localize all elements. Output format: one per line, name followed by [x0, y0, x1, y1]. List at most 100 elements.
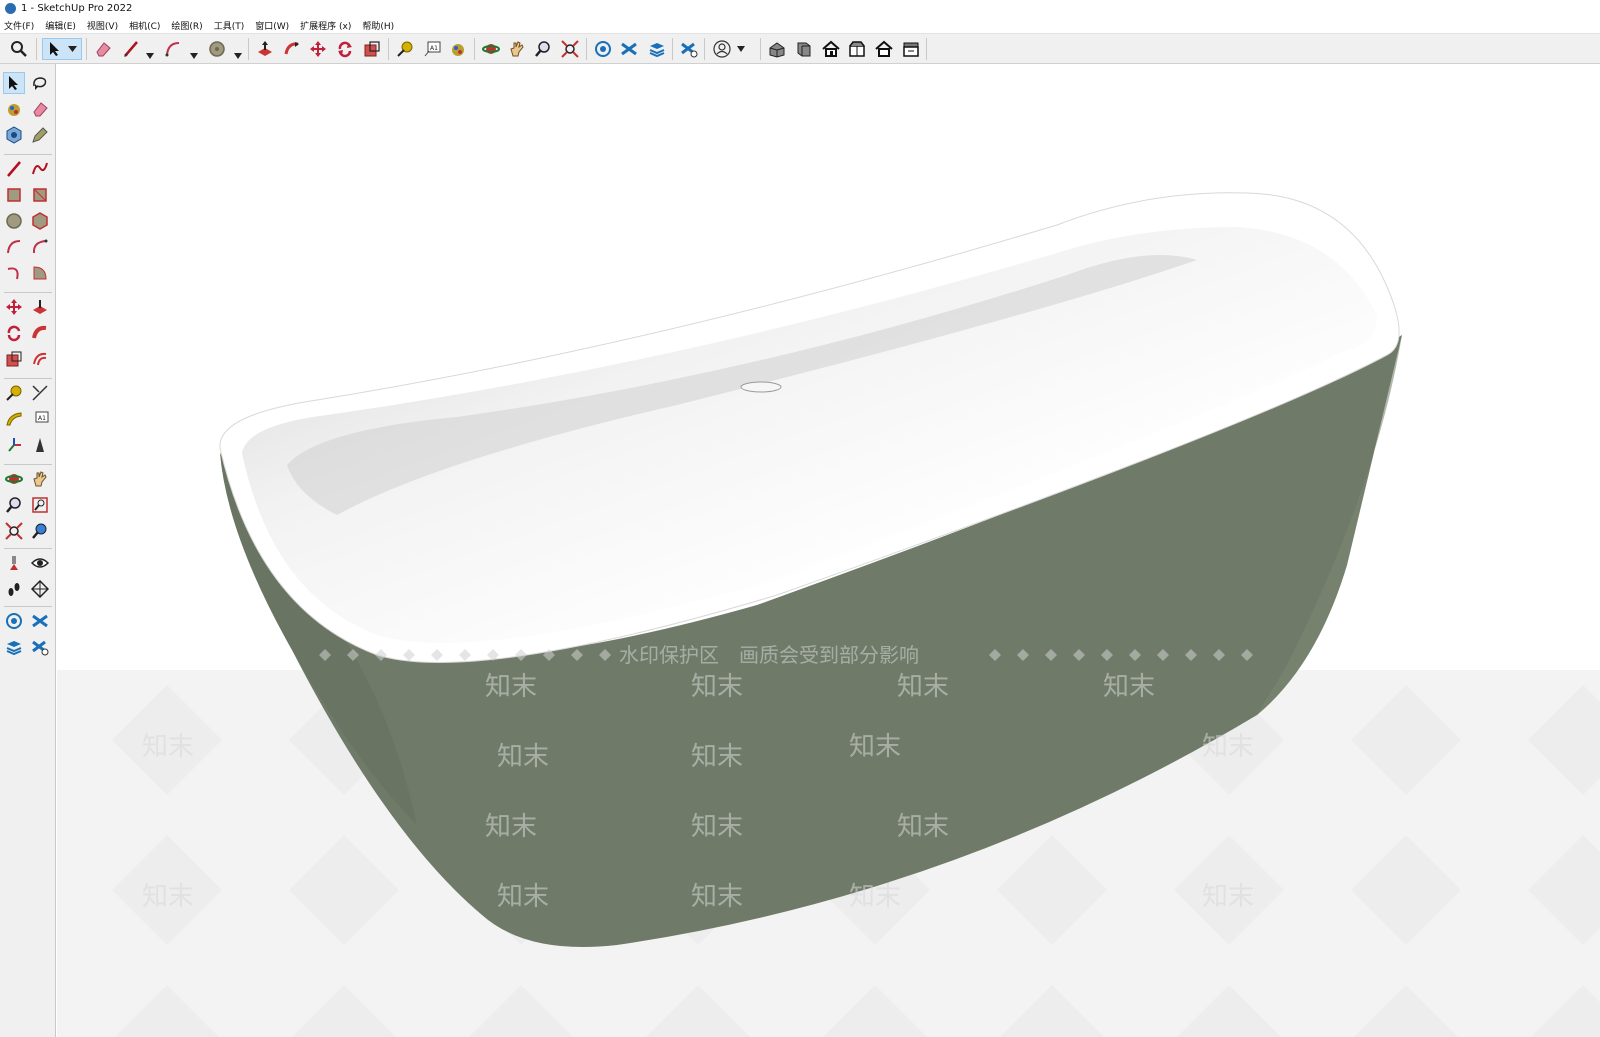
- select-icon[interactable]: [42, 38, 82, 60]
- circle-icon[interactable]: [206, 38, 228, 60]
- zoom-window-icon[interactable]: [29, 494, 51, 516]
- line-icon[interactable]: [120, 38, 142, 60]
- search-icon[interactable]: [8, 38, 30, 60]
- pie-icon[interactable]: [29, 262, 51, 284]
- scale-icon[interactable]: [3, 348, 25, 370]
- watermark-brand: 知末: [485, 812, 537, 842]
- watermark-brand: 知末: [485, 672, 537, 702]
- pan-icon[interactable]: [506, 38, 528, 60]
- back-view-icon[interactable]: [900, 38, 922, 60]
- look-around-icon[interactable]: [29, 552, 51, 574]
- orbit-icon[interactable]: [480, 38, 502, 60]
- section-plane-icon[interactable]: [29, 578, 51, 600]
- watermark-brand: 知末: [849, 732, 901, 762]
- watermark-brand: 知末: [497, 742, 549, 772]
- paint-icon[interactable]: [447, 38, 469, 60]
- scale-icon[interactable]: [361, 38, 383, 60]
- text-icon[interactable]: A1: [421, 38, 443, 60]
- watermark-brand: 知末: [1202, 882, 1254, 912]
- layers-icon[interactable]: [646, 38, 668, 60]
- watermark-brand: 知末: [691, 882, 743, 912]
- position-camera-icon[interactable]: [3, 552, 25, 574]
- menu-edit[interactable]: 编辑(E): [45, 19, 76, 32]
- extension-icon[interactable]: [29, 610, 51, 632]
- component-icon[interactable]: [3, 124, 25, 146]
- sandbox-icon[interactable]: [29, 636, 51, 658]
- tape-measure-icon[interactable]: [394, 38, 416, 60]
- freehand-icon[interactable]: [29, 158, 51, 180]
- overflow-drain: [740, 381, 782, 393]
- walk-icon[interactable]: [3, 578, 25, 600]
- orbit-icon[interactable]: [3, 468, 25, 490]
- sketchup-logo-icon: [5, 3, 16, 14]
- watermark-brand: 知末: [691, 672, 743, 702]
- watermark-brand: 知末: [142, 882, 194, 912]
- tape-measure-icon[interactable]: [3, 382, 25, 404]
- text-icon[interactable]: A1: [29, 408, 51, 430]
- warehouse-icon[interactable]: [592, 38, 614, 60]
- warehouse-icon[interactable]: [3, 610, 25, 632]
- zoom-extents-icon[interactable]: [3, 520, 25, 542]
- menu-file[interactable]: 文件(F): [4, 19, 34, 32]
- push-pull-icon[interactable]: [29, 296, 51, 318]
- push-pull-icon[interactable]: [254, 38, 276, 60]
- menu-draw[interactable]: 绘图(R): [171, 19, 202, 32]
- rotate-icon[interactable]: [334, 38, 356, 60]
- rotate-icon[interactable]: [3, 322, 25, 344]
- watermark-brand: 知末: [142, 732, 194, 762]
- top-view-icon[interactable]: [846, 38, 868, 60]
- sandbox-icon[interactable]: [678, 38, 700, 60]
- menu-tools[interactable]: 工具(T): [214, 19, 245, 32]
- follow-me-icon[interactable]: [281, 38, 303, 60]
- offset-icon[interactable]: [29, 348, 51, 370]
- bathtub-model: 水印保护区 画质会受到部分影响 知末 知末 知末 知末 知末 知末 知末 知末 …: [57, 192, 1600, 1037]
- protractor-icon[interactable]: [3, 408, 25, 430]
- front-view-icon[interactable]: [793, 38, 815, 60]
- menu-view[interactable]: 视图(V): [87, 19, 118, 32]
- eraser-icon[interactable]: [92, 38, 114, 60]
- layers-icon[interactable]: [3, 636, 25, 658]
- polygon-icon[interactable]: [29, 210, 51, 232]
- eraser-icon[interactable]: [29, 98, 51, 120]
- circle-icon[interactable]: [3, 210, 25, 232]
- watermark-brand: 知末: [1202, 732, 1254, 762]
- arc-icon[interactable]: [162, 38, 184, 60]
- arc-icon[interactable]: [3, 236, 25, 258]
- dimension-icon[interactable]: [29, 382, 51, 404]
- tag-icon[interactable]: [29, 124, 51, 146]
- pan-icon[interactable]: [29, 468, 51, 490]
- iso-view-icon[interactable]: [766, 38, 788, 60]
- house-icon[interactable]: [873, 38, 895, 60]
- zoom-icon[interactable]: [532, 38, 554, 60]
- previous-view-icon[interactable]: [29, 520, 51, 542]
- menu-camera[interactable]: 相机(C): [129, 19, 160, 32]
- profile-icon[interactable]: [710, 38, 748, 60]
- left-toolbar: A1: [0, 64, 56, 1037]
- rectangle-icon[interactable]: [3, 184, 25, 206]
- menu-window[interactable]: 窗口(W): [255, 19, 289, 32]
- rotated-rectangle-icon[interactable]: [29, 184, 51, 206]
- title-bar: 1 - SketchUp Pro 2022: [0, 0, 1600, 17]
- axes-icon[interactable]: [3, 434, 25, 456]
- zoom-icon[interactable]: [3, 494, 25, 516]
- three-point-arc-icon[interactable]: [3, 262, 25, 284]
- menu-help[interactable]: 帮助(H): [362, 19, 394, 32]
- main-toolbar: A1: [0, 33, 1600, 64]
- model-viewport[interactable]: 水印保护区 画质会受到部分影响 知末 知末 知末 知末 知末 知末 知末 知末 …: [57, 65, 1600, 1037]
- watermark-brand: 知末: [897, 812, 949, 842]
- follow-me-icon[interactable]: [29, 322, 51, 344]
- extension-icon[interactable]: [618, 38, 640, 60]
- lasso-icon[interactable]: [29, 72, 51, 94]
- paint-bucket-icon[interactable]: [3, 98, 25, 120]
- move-icon[interactable]: [307, 38, 329, 60]
- select-icon[interactable]: [3, 72, 25, 94]
- watermark-banner-text: 水印保护区 画质会受到部分影响: [619, 643, 919, 667]
- home-view-icon[interactable]: [820, 38, 842, 60]
- line-icon[interactable]: [3, 158, 25, 180]
- 3d-text-icon[interactable]: [29, 434, 51, 456]
- move-icon[interactable]: [3, 296, 25, 318]
- two-point-arc-icon[interactable]: [29, 236, 51, 258]
- zoom-extents-icon[interactable]: [559, 38, 581, 60]
- menu-extensions[interactable]: 扩展程序 (x): [300, 19, 351, 32]
- watermark-brand: 知末: [1103, 672, 1155, 702]
